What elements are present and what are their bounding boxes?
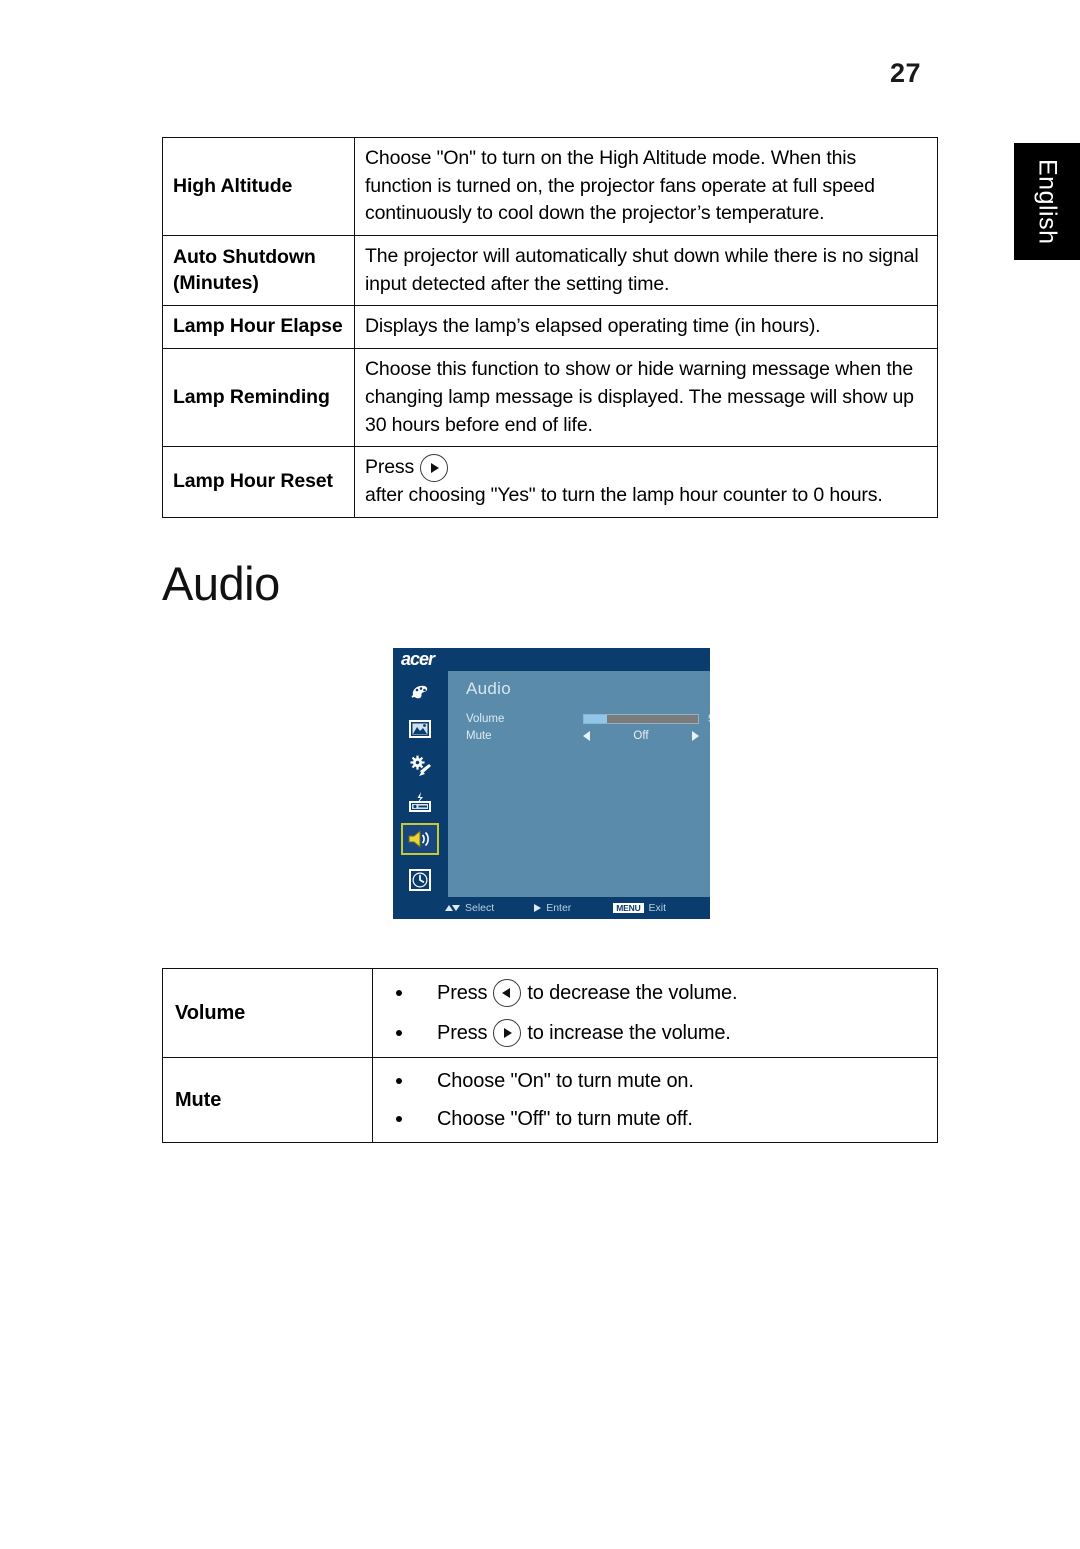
footer-exit: MENU Exit	[613, 902, 666, 914]
management-icon[interactable]	[405, 753, 435, 779]
table-row: High Altitude Choose "On" to turn on the…	[162, 136, 938, 237]
list-item: Choose "On" to turn mute on.	[383, 1062, 927, 1100]
mute-spinner[interactable]: Off	[583, 730, 699, 742]
right-arrow-key-icon	[493, 1019, 522, 1047]
osd-footer: Select Enter MENU Exit	[393, 897, 710, 919]
osd-audio-menu: acer Audio Volume Mute Off Select Enter …	[393, 648, 710, 919]
lamp-settings-table: High Altitude Choose "On" to turn on the…	[162, 136, 938, 518]
osd-row-mute: Mute Off	[466, 727, 704, 744]
mute-value: Off	[633, 729, 649, 742]
bullet-list: Press to decrease the volume. Press to i…	[383, 969, 927, 1057]
right-arrow-key-icon	[420, 454, 449, 483]
audio-settings-table: Volume Press to decrease the volume. Pre…	[162, 968, 938, 1143]
row-description: Displays the lamp’s elapsed operating ti…	[354, 305, 938, 350]
row-label: High Altitude	[162, 136, 355, 237]
osd-mute-label: Mute	[466, 729, 492, 742]
table-row: Lamp Hour Reset Press after choosing "Ye…	[162, 446, 938, 518]
left-arrow-key-icon	[493, 979, 522, 1007]
left-arrow-icon[interactable]	[583, 730, 590, 741]
table-row: Volume Press to decrease the volume. Pre…	[162, 968, 938, 1058]
row-description: Press after choosing "Yes" to turn the l…	[354, 446, 938, 518]
timer-clock-icon[interactable]	[405, 867, 435, 893]
osd-content-area: Audio Volume 50 Mute Off	[448, 671, 710, 897]
row-label: Volume	[162, 968, 373, 1058]
volume-slider-fill	[584, 714, 607, 723]
row-label: Lamp Reminding	[162, 348, 355, 448]
row-label: Auto Shutdown (Minutes)	[162, 235, 355, 307]
footer-select: Select	[445, 902, 494, 914]
language-side-tab: English	[1014, 143, 1080, 260]
footer-select-label: Select	[465, 902, 495, 914]
bullet-text: Choose "Off" to turn mute off.	[437, 1108, 693, 1130]
row-description: Choose this function to show or hide war…	[354, 348, 938, 448]
press-text: Press	[365, 456, 415, 479]
row-description: Choose "On" to turn on the High Altitude…	[354, 136, 938, 237]
osd-row-volume: Volume 50	[466, 710, 710, 727]
press-text: Press	[437, 1022, 488, 1044]
row-description: Press to decrease the volume. Press to i…	[372, 968, 938, 1058]
table-row: Auto Shutdown (Minutes) The projector wi…	[162, 235, 938, 307]
osd-title: Audio	[466, 679, 511, 698]
list-item: Press to decrease the volume.	[383, 973, 927, 1013]
bullet-list: Choose "On" to turn mute on. Choose "Off…	[383, 1058, 927, 1142]
list-item: Choose "Off" to turn mute off.	[383, 1100, 927, 1138]
footer-exit-label: Exit	[648, 902, 667, 914]
table-row: Lamp Hour Elapse Displays the lamp’s ela…	[162, 305, 938, 350]
page-number: 27	[890, 58, 922, 88]
footer-enter-label: Enter	[546, 902, 572, 914]
volume-slider[interactable]	[583, 713, 699, 724]
image-icon[interactable]	[405, 716, 435, 742]
osd-topbar	[393, 648, 710, 671]
color-icon[interactable]	[405, 679, 435, 705]
osd-sidebar: ABC	[393, 671, 448, 919]
volume-value: 50	[708, 713, 710, 725]
bullet-tail-text: to increase the volume.	[527, 1022, 731, 1044]
row-label: Mute	[162, 1057, 373, 1143]
up-down-arrows-icon	[445, 905, 460, 911]
table-row: Mute Choose "On" to turn mute on. Choose…	[162, 1057, 938, 1143]
list-item: Press to increase the volume.	[383, 1013, 927, 1053]
row-description: Choose "On" to turn mute on. Choose "Off…	[372, 1057, 938, 1143]
row-label: Lamp Hour Reset	[162, 446, 355, 518]
acer-logo: acer	[401, 649, 435, 669]
right-arrow-icon[interactable]	[691, 730, 699, 741]
page-title: Audio	[162, 557, 280, 610]
osd-volume-label: Volume	[466, 712, 505, 725]
footer-enter: Enter	[534, 902, 571, 914]
bullet-tail-text: to decrease the volume.	[527, 982, 738, 1004]
menu-badge: MENU	[613, 902, 644, 914]
setting-icon[interactable]	[405, 789, 435, 815]
audio-speaker-icon[interactable]	[401, 823, 439, 855]
table-row: Lamp Reminding Choose this function to s…	[162, 348, 938, 448]
reset-instruction-text: after choosing "Yes" to turn the lamp ho…	[365, 484, 883, 507]
row-description: The projector will automatically shut do…	[354, 235, 938, 307]
press-text: Press	[437, 982, 488, 1004]
bullet-text: Choose "On" to turn mute on.	[437, 1070, 694, 1092]
language-side-tab-label: English	[1033, 158, 1062, 245]
right-arrow-icon	[534, 904, 542, 912]
row-label: Lamp Hour Elapse	[162, 305, 355, 350]
